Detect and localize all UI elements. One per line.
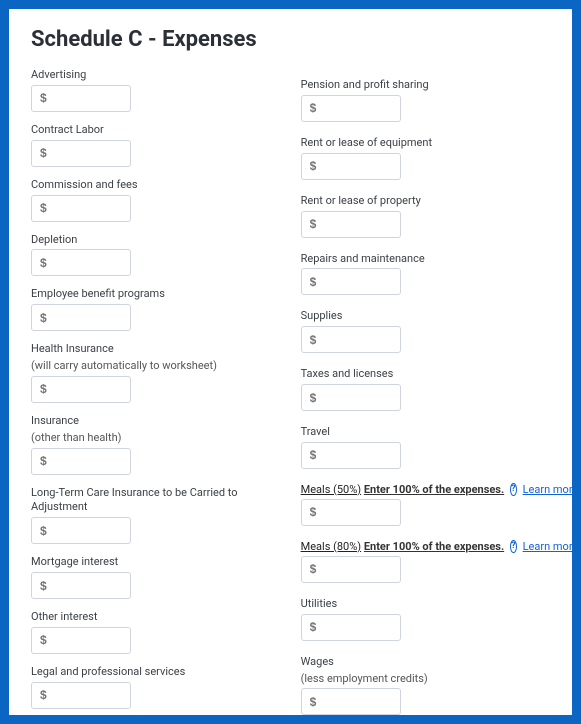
form-columns: Advertising Contract Labor Commission an… [31,68,550,715]
sublabel-wages: (less employment credits) [301,672,550,687]
field-health-insurance: Health Insurance (will carry automatical… [31,342,291,403]
label-employee-benefit: Employee benefit programs [31,287,291,302]
field-taxes-licenses: Taxes and licenses [301,367,550,411]
input-commission-fees[interactable] [31,195,131,222]
label-wages: Wages [301,655,550,670]
field-other-interest: Other interest [31,610,291,654]
help-icon[interactable]: ? [510,540,516,553]
field-travel: Travel [301,425,550,469]
input-legal-professional[interactable] [31,682,131,709]
label-depletion: Depletion [31,233,291,248]
field-advertising: Advertising [31,68,291,112]
field-meals-80: Meals (80%) Enter 100% of the expenses. … [301,540,550,583]
label-mortgage-interest: Mortgage interest [31,555,291,570]
input-repairs[interactable] [301,268,401,295]
label-rent-property: Rent or lease of property [301,194,550,209]
input-employee-benefit[interactable] [31,304,131,331]
right-column: Pension and profit sharing Rent or lease… [301,68,550,715]
field-employee-benefit: Employee benefit programs [31,287,291,331]
field-meals-50: Meals (50%) Enter 100% of the expenses. … [301,483,550,526]
input-advertising[interactable] [31,85,131,112]
help-icon[interactable]: ? [510,483,516,496]
field-contract-labor: Contract Labor [31,123,291,167]
input-meals-80[interactable] [301,556,401,583]
page-title: Schedule C - Expenses [31,27,550,52]
label-supplies: Supplies [301,309,550,324]
meals-50-label: Meals (50%) Enter 100% of the expenses. [301,483,505,496]
field-depletion: Depletion [31,233,291,277]
field-legal-professional: Legal and professional services [31,665,291,709]
field-mortgage-interest: Mortgage interest [31,555,291,599]
meals-80-row: Meals (80%) Enter 100% of the expenses. … [301,540,550,553]
label-health-insurance: Health Insurance [31,342,291,357]
field-insurance: Insurance (other than health) [31,414,291,475]
page: Schedule C - Expenses Advertising Contra… [9,9,572,715]
field-utilities: Utilities [301,597,550,641]
label-legal-professional: Legal and professional services [31,665,291,680]
learn-more-link[interactable]: Learn more [523,483,572,496]
label-rent-equipment: Rent or lease of equipment [301,136,550,151]
label-taxes-licenses: Taxes and licenses [301,367,550,382]
label-advertising: Advertising [31,68,291,83]
input-health-insurance[interactable] [31,376,131,403]
label-long-term-care: Long-Term Care Insurance to be Carried t… [31,486,291,516]
input-travel[interactable] [301,442,401,469]
input-depletion[interactable] [31,249,131,276]
label-utilities: Utilities [301,597,550,612]
meals-50-row: Meals (50%) Enter 100% of the expenses. … [301,483,550,496]
input-rent-property[interactable] [301,211,401,238]
sublabel-health-insurance: (will carry automatically to worksheet) [31,359,291,374]
label-insurance: Insurance [31,414,291,429]
input-wages[interactable] [301,688,401,715]
label-travel: Travel [301,425,550,440]
app-frame: Schedule C - Expenses Advertising Contra… [0,0,581,724]
label-other-interest: Other interest [31,610,291,625]
label-contract-labor: Contract Labor [31,123,291,138]
field-rent-property: Rent or lease of property [301,194,550,238]
input-insurance[interactable] [31,448,131,475]
meals-80-label: Meals (80%) Enter 100% of the expenses. [301,540,505,553]
input-contract-labor[interactable] [31,140,131,167]
input-utilities[interactable] [301,614,401,641]
learn-more-link[interactable]: Learn more [523,540,572,553]
field-rent-equipment: Rent or lease of equipment [301,136,550,180]
label-pension: Pension and profit sharing [301,78,550,93]
input-long-term-care[interactable] [31,517,131,544]
input-meals-50[interactable] [301,499,401,526]
input-supplies[interactable] [301,326,401,353]
field-wages: Wages (less employment credits) [301,655,550,715]
field-pension: Pension and profit sharing [301,78,550,122]
input-other-interest[interactable] [31,627,131,654]
input-pension[interactable] [301,95,401,122]
input-rent-equipment[interactable] [301,153,401,180]
field-repairs: Repairs and maintenance [301,252,550,296]
left-column: Advertising Contract Labor Commission an… [31,68,291,715]
input-mortgage-interest[interactable] [31,572,131,599]
field-supplies: Supplies [301,309,550,353]
field-long-term-care: Long-Term Care Insurance to be Carried t… [31,486,291,545]
label-commission-fees: Commission and fees [31,178,291,193]
sublabel-insurance: (other than health) [31,431,291,446]
input-taxes-licenses[interactable] [301,384,401,411]
field-commission-fees: Commission and fees [31,178,291,222]
label-repairs: Repairs and maintenance [301,252,550,267]
